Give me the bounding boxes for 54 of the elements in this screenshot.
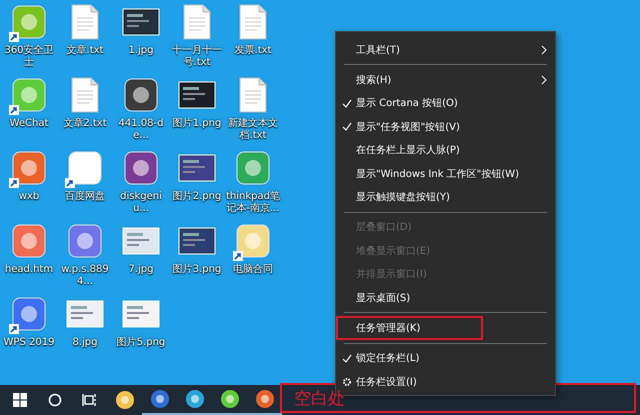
app-icon[interactable]: [123, 77, 159, 113]
icon-label[interactable]: 新建文本文档.txt: [225, 118, 281, 142]
image-thumbnail-icon[interactable]: [66, 300, 104, 328]
image-thumbnail-icon[interactable]: [122, 300, 160, 328]
text-file-icon[interactable]: [71, 4, 99, 40]
image-thumbnail-icon[interactable]: [122, 227, 160, 255]
icon-label[interactable]: 百度网盘: [57, 191, 113, 203]
windows-logo-icon: [12, 393, 26, 407]
icon-label[interactable]: wxb: [1, 191, 57, 203]
menu-item[interactable]: 搜索(H): [336, 68, 555, 92]
image-thumbnail-icon[interactable]: [122, 8, 160, 36]
menu-item[interactable]: 显示 Cortana 按钮(O): [336, 92, 555, 116]
text-file-icon[interactable]: [183, 4, 211, 40]
icon-label[interactable]: 十一月十一号.txt: [169, 45, 225, 69]
icon-label[interactable]: diskgeniu...: [113, 191, 169, 215]
text-file-icon[interactable]: [71, 77, 99, 113]
icon-label[interactable]: 文章2.txt: [57, 118, 113, 130]
icon-label[interactable]: 8.jpg: [57, 337, 113, 349]
chevron-right-icon: [541, 75, 547, 86]
menu-item[interactable]: 显示"Windows Ink 工作区"按钮(W): [336, 162, 555, 186]
text-file-icon[interactable]: [239, 4, 267, 40]
icon-label[interactable]: 441.08-de...: [113, 118, 169, 142]
menu-item[interactable]: 任务管理器(K): [336, 316, 483, 340]
icon-label[interactable]: 图片5.png: [113, 337, 169, 349]
image-thumbnail-icon[interactable]: [178, 81, 216, 109]
icon-label[interactable]: 图片3.png: [169, 264, 225, 276]
circle-icon: [48, 393, 62, 407]
icon-label[interactable]: 图片2.png: [169, 191, 225, 203]
icon-label[interactable]: 发票.txt: [225, 45, 281, 57]
icon-label[interactable]: 文章.txt: [57, 45, 113, 57]
menu-item[interactable]: 显示触摸键盘按钮(Y): [336, 185, 555, 209]
menu-item[interactable]: 工具栏(T): [336, 38, 555, 62]
app-icon[interactable]: [123, 150, 159, 186]
icon-label[interactable]: 图片1.png: [169, 118, 225, 130]
icon-label[interactable]: WPS 2019: [1, 337, 57, 349]
text-file-icon[interactable]: [239, 77, 267, 113]
menu-item[interactable]: 显示桌面(S): [336, 286, 555, 310]
icon-label[interactable]: thinkpad笔记本-南京...: [225, 191, 281, 215]
icon-label[interactable]: 1.jpg: [113, 45, 169, 57]
icon-label[interactable]: 电脑合同: [225, 264, 281, 276]
icon-label[interactable]: head.htm: [1, 264, 57, 276]
icon-label[interactable]: w.p.s.8894...: [57, 264, 113, 288]
image-thumbnail-icon[interactable]: [178, 227, 216, 255]
icon-label[interactable]: 7.jpg: [113, 264, 169, 276]
task-view-icon: [82, 393, 98, 407]
image-thumbnail-icon[interactable]: [178, 154, 216, 182]
settings-icon: [342, 377, 352, 388]
icon-label[interactable]: WeChat: [1, 118, 57, 130]
chevron-right-icon: [541, 45, 547, 55]
icon-label[interactable]: 360安全卫士: [1, 45, 57, 69]
app-icon[interactable]: [11, 296, 47, 332]
menu-item[interactable]: 锁定任务栏(L): [336, 346, 555, 370]
menu-item[interactable]: 在任务栏上显示人脉(P): [336, 138, 555, 162]
menu-item[interactable]: 显示"任务视图"按钮(V): [336, 115, 555, 139]
